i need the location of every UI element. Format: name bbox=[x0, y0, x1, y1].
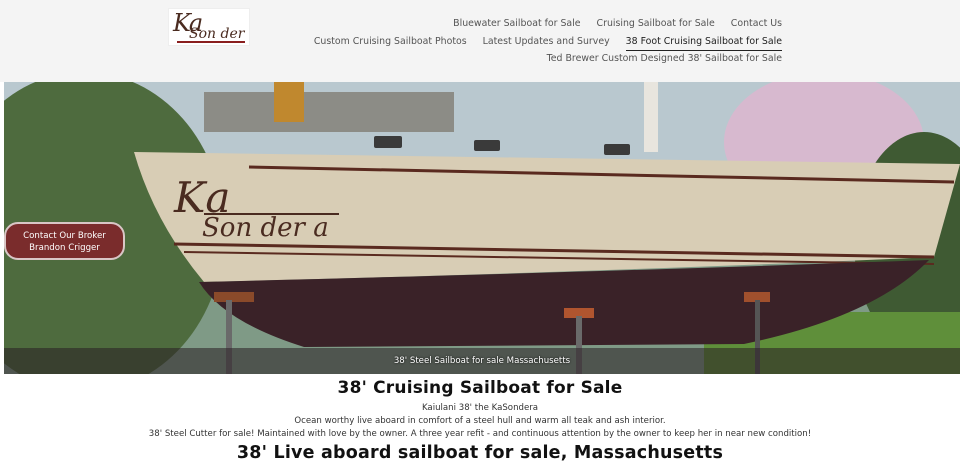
site-logo[interactable]: Ka Son der a bbox=[168, 8, 250, 46]
logo-stripe bbox=[177, 41, 245, 43]
hero-image: Ka Son der a 38' Steel Sailboat for sale… bbox=[4, 82, 960, 374]
nav-row-2: Custom Cruising Sailboat Photos Latest U… bbox=[314, 36, 782, 51]
nav-custom-photos[interactable]: Custom Cruising Sailboat Photos bbox=[314, 36, 467, 51]
nav-contact-us[interactable]: Contact Us bbox=[731, 18, 782, 32]
boat-name-bottom: Son der a bbox=[202, 213, 329, 243]
nav-latest-updates[interactable]: Latest Updates and Survey bbox=[483, 36, 610, 51]
hero-caption: 38' Steel Sailboat for sale Massachusett… bbox=[393, 356, 571, 366]
nav-38-foot-sailboat[interactable]: 38 Foot Cruising Sailboat for Sale bbox=[625, 36, 782, 51]
page-subtitle: 38' Live aboard sailboat for sale, Massa… bbox=[236, 443, 724, 463]
intro-line-1: Kaiulani 38' the KaSondera bbox=[421, 403, 539, 413]
porthole bbox=[374, 136, 402, 148]
boat-stand bbox=[214, 292, 254, 302]
sailboat-illustration: Ka Son der a bbox=[4, 82, 960, 374]
nav-row-1: Bluewater Sailboat for Sale Cruising Sai… bbox=[453, 18, 782, 32]
site-header: Ka Son der a Bluewater Sailboat for Sale… bbox=[0, 0, 960, 82]
logo-text-bottom: Son der a bbox=[189, 26, 245, 45]
nav-bluewater-sailboat[interactable]: Bluewater Sailboat for Sale bbox=[453, 18, 580, 32]
porthole bbox=[604, 144, 630, 155]
mast-boot bbox=[274, 82, 304, 122]
intro-line-2: Ocean worthy live aboard in comfort of a… bbox=[294, 416, 666, 426]
contact-broker-button[interactable]: Contact Our Broker Brandon Crigger bbox=[4, 222, 125, 260]
nav-cruising-sailboat[interactable]: Cruising Sailboat for Sale bbox=[597, 18, 715, 32]
page-title: 38' Cruising Sailboat for Sale bbox=[337, 378, 623, 398]
deck-structure bbox=[204, 92, 454, 132]
mast bbox=[644, 82, 658, 152]
nav-row-3: Ted Brewer Custom Designed 38' Sailboat … bbox=[547, 53, 782, 67]
main-content: 38' Cruising Sailboat for Sale Kaiulani … bbox=[0, 378, 960, 463]
porthole bbox=[474, 140, 500, 151]
intro-line-3: 38' Steel Cutter for sale! Maintained wi… bbox=[148, 429, 812, 439]
nav-ted-brewer[interactable]: Ted Brewer Custom Designed 38' Sailboat … bbox=[547, 53, 782, 67]
